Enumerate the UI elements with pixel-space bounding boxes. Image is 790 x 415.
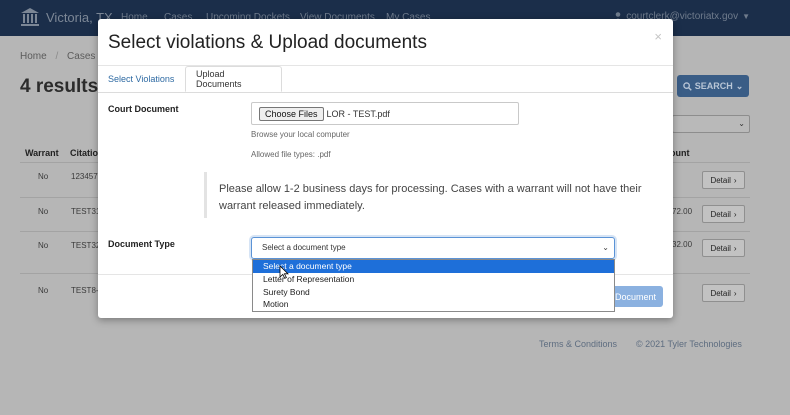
chevron-right-icon: › — [733, 243, 737, 253]
detail-label: Detail — [710, 243, 731, 253]
chevron-down-icon: ⌄ — [602, 243, 609, 252]
processing-notice: Please allow 1-2 business days for proce… — [204, 172, 652, 218]
detail-button[interactable]: Detail › — [702, 171, 745, 189]
copyright-text: © 2021 Tyler Technologies — [636, 339, 742, 349]
table-row-amount: 32.00 — [672, 240, 693, 249]
breadcrumb: Home / Cases — [20, 51, 95, 62]
chevron-down-icon: ⌄ — [738, 119, 745, 128]
terms-link[interactable]: Terms & Conditions — [539, 339, 617, 349]
document-type-selected-value: Select a document type — [262, 243, 346, 252]
table-row-warrant: No — [38, 241, 49, 250]
tab-upload-documents[interactable]: Upload Documents — [185, 66, 282, 92]
option-select-document-type[interactable]: Select a document type — [253, 260, 614, 273]
chevron-right-icon: › — [733, 288, 737, 298]
table-row-warrant: No — [38, 172, 49, 181]
option-surety-bond[interactable]: Surety Bond — [253, 286, 614, 299]
table-row-warrant: No — [38, 286, 49, 295]
selected-file-name: LOR - TEST.pdf — [326, 108, 390, 119]
breadcrumb-cases: Cases — [67, 51, 96, 62]
choose-files-button[interactable]: Choose Files — [259, 106, 324, 121]
search-icon — [682, 81, 692, 91]
table-row-citation: TEST31 — [71, 207, 101, 216]
chevron-right-icon: › — [733, 175, 737, 185]
table-row-warrant: No — [38, 207, 49, 216]
detail-label: Detail — [710, 288, 731, 298]
chevron-right-icon: › — [733, 209, 737, 219]
court-document-label: Court Document — [108, 104, 179, 114]
modal-title: Select violations & Upload documents — [108, 32, 427, 53]
detail-label: Detail — [710, 175, 731, 185]
table-row-amount: 72.00 — [672, 207, 693, 216]
header-warrant: Warrant — [25, 148, 59, 158]
table-row-citation: 123457 — [71, 172, 98, 181]
results-count: 4 results — [20, 76, 99, 97]
detail-button[interactable]: Detail › — [702, 239, 745, 257]
breadcrumb-home[interactable]: Home — [20, 51, 47, 62]
document-type-dropdown: Select a document type Letter of Represe… — [252, 259, 615, 312]
detail-button[interactable]: Detail › — [702, 205, 745, 223]
document-type-select[interactable]: Select a document type ⌄ — [251, 237, 615, 259]
close-icon[interactable]: × — [654, 29, 662, 44]
document-type-label: Document Type — [108, 239, 175, 249]
tab-select-violations[interactable]: Select Violations — [98, 66, 184, 92]
option-motion[interactable]: Motion — [253, 298, 614, 311]
detail-button[interactable]: Detail › — [702, 284, 745, 302]
caret-down-icon: ▼ — [742, 12, 750, 21]
tabs-divider — [98, 92, 673, 93]
browse-help-text: Browse your local computer — [251, 130, 350, 139]
mouse-cursor-icon — [279, 265, 289, 279]
option-letter-of-representation[interactable]: Letter of Representation — [253, 273, 614, 286]
chevron-down-icon: ⌄ — [735, 80, 744, 91]
upload-document-button[interactable]: Document — [607, 286, 663, 307]
breadcrumb-separator: / — [55, 51, 59, 62]
allowed-types-text: Allowed file types: .pdf — [251, 150, 331, 159]
sort-select[interactable]: ⌄ — [672, 115, 750, 133]
search-button[interactable]: SEARCH ⌄ — [677, 75, 749, 97]
table-row-citation: TEST32 — [71, 241, 101, 250]
court-document-file-input[interactable]: Choose Files LOR - TEST.pdf — [251, 102, 519, 125]
courthouse-icon — [21, 8, 39, 26]
search-label: SEARCH — [694, 81, 733, 91]
detail-label: Detail — [710, 209, 731, 219]
